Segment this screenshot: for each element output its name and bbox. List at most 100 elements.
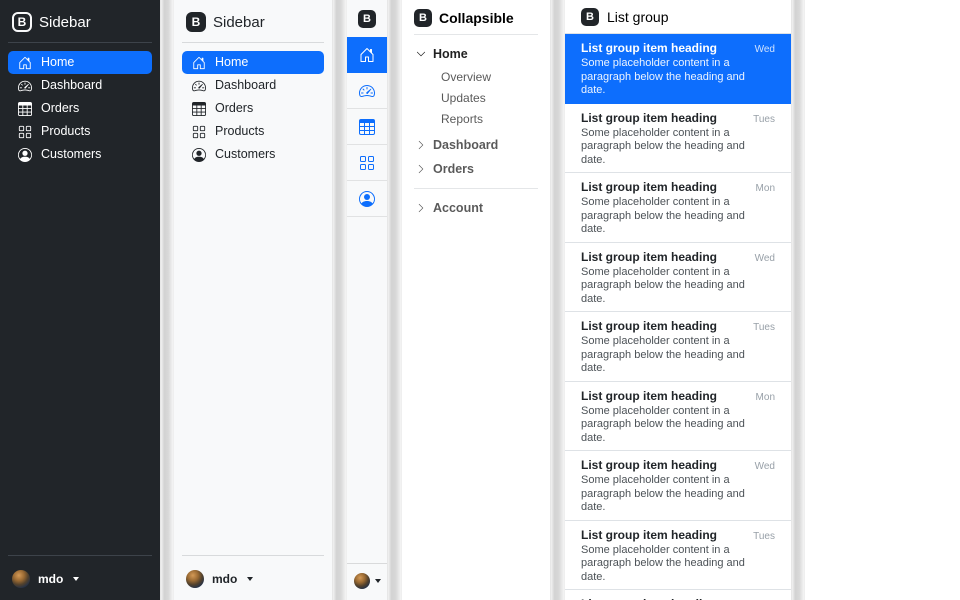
person-circle-icon (359, 191, 375, 207)
list-group-item[interactable]: List group item heading Mon Some placeho… (565, 590, 791, 600)
brand-icon-sidebar[interactable]: B (347, 0, 387, 37)
collapse-toggle-dashboard[interactable]: Dashboard (414, 133, 538, 157)
collapse-toggle-orders[interactable]: Orders (414, 157, 538, 181)
list-group-item[interactable]: List group item heading Wed Some placeho… (565, 451, 791, 521)
item-date: Mon (756, 392, 775, 403)
sidebar-icon-dashboard[interactable] (347, 73, 387, 109)
sidebar-collapsible: B Collapsible Home Overview Updates Repo… (402, 0, 550, 600)
collapse-toggle-home[interactable]: Home (414, 42, 538, 66)
divider (182, 555, 324, 556)
panel-divider (332, 0, 347, 600)
sidebar-footer: mdo (182, 549, 324, 592)
house-icon (192, 56, 206, 70)
list-group-item[interactable]: List group item heading Tues Some placeh… (565, 521, 791, 591)
chevron-right-icon (416, 140, 426, 150)
user-menu-mdo[interactable]: mdo (182, 564, 324, 592)
divider (8, 555, 152, 556)
divider (414, 34, 538, 35)
item-body: Some placeholder content in a paragraph … (581, 57, 761, 98)
list-group-item[interactable]: List group item heading Tues Some placeh… (565, 104, 791, 174)
bootstrap-logo-icon: B (581, 8, 599, 26)
item-body: Some placeholder content in a paragraph … (581, 335, 761, 376)
item-heading: List group item heading (581, 111, 717, 125)
sidebar-item-home[interactable]: Home (182, 51, 324, 74)
chevron-right-icon (416, 164, 426, 174)
brand-light-sidebar[interactable]: B Sidebar (182, 10, 324, 36)
bootstrap-logo-icon: B (12, 12, 32, 32)
speedometer-icon (359, 83, 375, 99)
nav-label: Dashboard (215, 78, 276, 93)
panel-divider (791, 0, 805, 600)
nav-label: Orders (41, 101, 79, 116)
sidebar-icon-products[interactable] (347, 145, 387, 181)
list-group-item[interactable]: List group item heading Mon Some placeho… (565, 173, 791, 243)
item-body: Some placeholder content in a paragraph … (581, 196, 761, 237)
toggle-label: Home (433, 47, 468, 61)
caret-down-icon (375, 579, 381, 583)
item-heading: List group item heading (581, 180, 717, 194)
sidebar-item-products[interactable]: Products (8, 120, 152, 143)
sidebar-icon-orders[interactable] (347, 109, 387, 145)
caret-down-icon (73, 577, 79, 581)
panel-divider (550, 0, 565, 600)
item-date: Tues (753, 322, 775, 333)
divider (182, 42, 324, 43)
person-circle-icon (18, 148, 32, 162)
brand-dark-sidebar[interactable]: B Sidebar (8, 10, 152, 36)
brand-collapsible[interactable]: B Collapsible (414, 9, 538, 27)
sidebar-footer: mdo (8, 549, 152, 592)
item-heading: List group item heading (581, 250, 717, 264)
item-body: Some placeholder content in a paragraph … (581, 127, 761, 168)
grid-icon (192, 125, 206, 139)
item-body: Some placeholder content in a paragraph … (581, 474, 761, 515)
sidebar-icon-customers[interactable] (347, 181, 387, 217)
avatar (354, 573, 370, 589)
sidebar-item-dashboard[interactable]: Dashboard (182, 74, 324, 97)
list-group-item[interactable]: List group item heading Tues Some placeh… (565, 312, 791, 382)
brand-list-group[interactable]: B List group (565, 0, 791, 34)
sidebar-item-home[interactable]: Home (8, 51, 152, 74)
speedometer-icon (192, 79, 206, 93)
house-icon (359, 47, 375, 63)
list-group-item[interactable]: List group item heading Mon Some placeho… (565, 382, 791, 452)
sidebar-item-customers[interactable]: Customers (8, 143, 152, 166)
nav-label: Home (215, 55, 248, 70)
sidebar-item-customers[interactable]: Customers (182, 143, 324, 166)
item-heading: List group item heading (581, 389, 717, 403)
divider (414, 188, 538, 189)
grid-icon (18, 125, 32, 139)
table-icon (192, 102, 206, 116)
item-heading: List group item heading (581, 528, 717, 542)
user-name: mdo (38, 572, 63, 586)
submenu-item-updates[interactable]: Updates (441, 87, 538, 108)
submenu-item-overview[interactable]: Overview (441, 66, 538, 87)
toggle-label: Orders (433, 162, 474, 176)
sidebar-item-orders[interactable]: Orders (182, 97, 324, 120)
nav-label: Home (41, 55, 74, 70)
list-group-item[interactable]: List group item heading Wed Some placeho… (565, 34, 791, 104)
nav-label: Products (215, 124, 264, 139)
bootstrap-logo-icon: B (358, 10, 376, 28)
house-icon (18, 56, 32, 70)
toggle-label: Account (433, 201, 483, 215)
collapse-toggle-account[interactable]: Account (414, 196, 538, 220)
chevron-right-icon (416, 203, 426, 213)
item-heading: List group item heading (581, 458, 717, 472)
item-body: Some placeholder content in a paragraph … (581, 405, 761, 446)
sidebar-item-orders[interactable]: Orders (8, 97, 152, 120)
user-menu-mdo[interactable]: mdo (8, 564, 152, 592)
item-body: Some placeholder content in a paragraph … (581, 544, 761, 585)
item-heading: List group item heading (581, 319, 717, 333)
sidebar-item-products[interactable]: Products (182, 120, 324, 143)
user-menu-avatar[interactable] (347, 563, 387, 600)
item-date: Wed (755, 253, 775, 264)
sidebar-item-dashboard[interactable]: Dashboard (8, 74, 152, 97)
sidebar-icons-only: B (347, 0, 387, 600)
sidebar-list-group: B List group List group item heading Wed… (565, 0, 791, 600)
avatar (12, 570, 30, 588)
list-group-item[interactable]: List group item heading Wed Some placeho… (565, 243, 791, 313)
bootstrap-logo-icon: B (414, 9, 432, 27)
submenu-item-reports[interactable]: Reports (441, 108, 538, 129)
item-body: Some placeholder content in a paragraph … (581, 266, 761, 307)
sidebar-icon-home[interactable] (347, 37, 387, 73)
